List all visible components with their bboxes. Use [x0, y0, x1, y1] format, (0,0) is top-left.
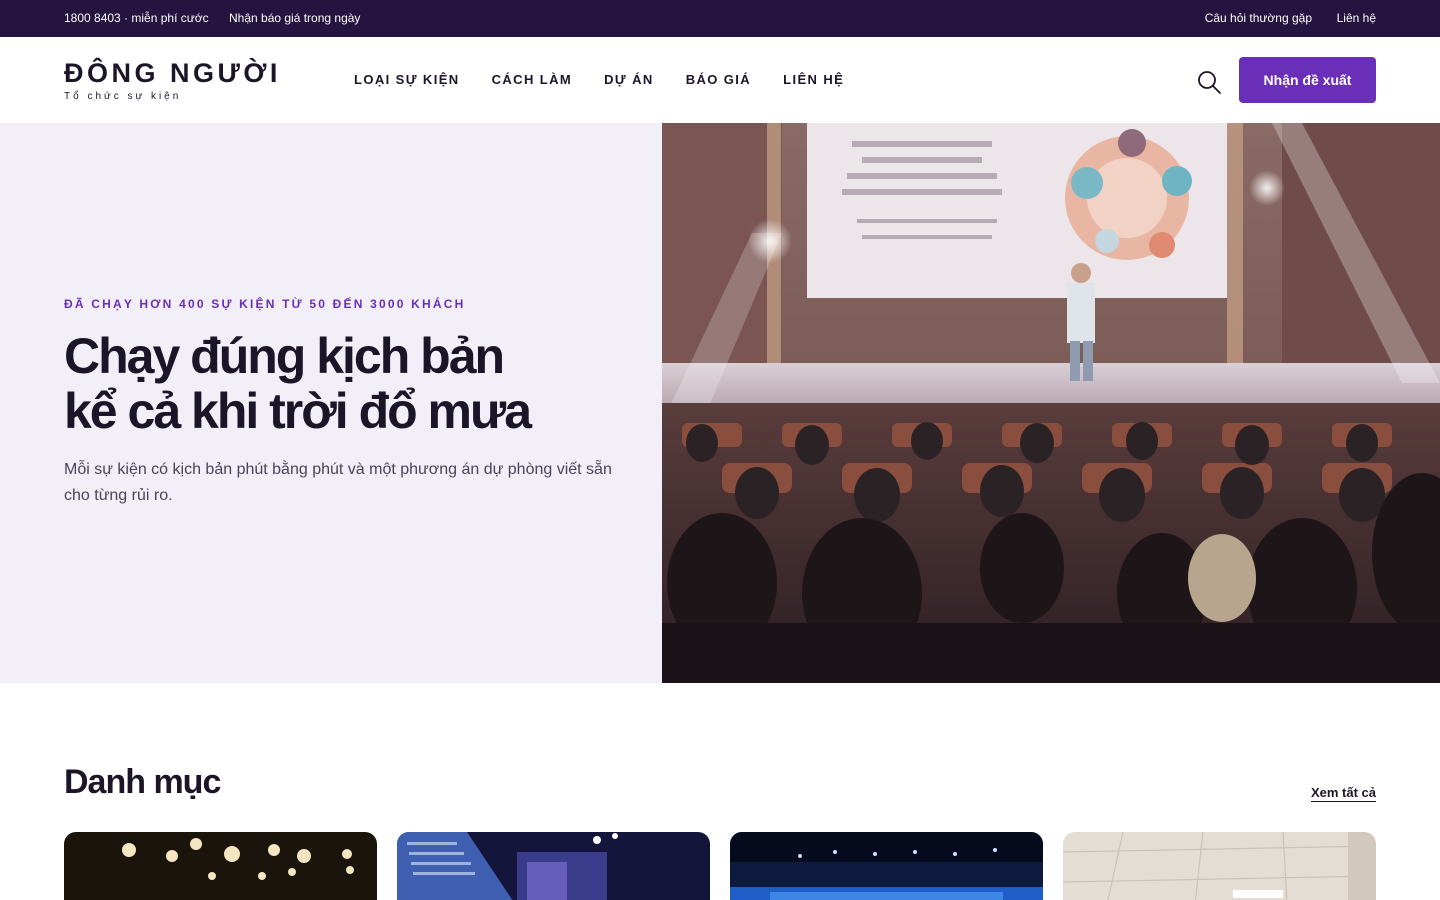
faq-link[interactable]: Câu hỏi thường gặp [1205, 11, 1312, 25]
logo-title: ĐÔNG NGƯỜI [64, 58, 281, 88]
main-nav: LOẠI SỰ KIỆN CÁCH LÀM DỰ ÁN BÁO GIÁ LIÊN… [354, 72, 876, 87]
hero-section: ĐÃ CHẠY HƠN 400 SỰ KIỆN TỪ 50 ĐẾN 3000 K… [0, 123, 1440, 683]
quote-note-text: Nhận báo giá trong ngày [229, 11, 361, 25]
top-bar: 1800 8403 · miễn phí cước Nhận báo giá t… [0, 0, 1440, 37]
hero-headline-line2: kể cả khi trời đổ mưa [64, 383, 532, 439]
categories-title: Danh mục [64, 763, 221, 801]
hero-text-panel: ĐÃ CHẠY HƠN 400 SỰ KIỆN TỪ 50 ĐẾN 3000 K… [0, 123, 662, 683]
contact-link[interactable]: Liên hệ [1337, 11, 1376, 25]
blue-stage-photo [730, 832, 1043, 900]
hero-image [662, 123, 1440, 683]
nav-item-contact[interactable]: LIÊN HỆ [783, 72, 844, 87]
nav-item-projects[interactable]: DỰ ÁN [604, 72, 654, 87]
see-all-link[interactable]: Xem tất cả [1310, 785, 1376, 802]
get-proposal-button[interactable]: Nhận đề xuất [1239, 57, 1376, 103]
nav-item-pricing[interactable]: BÁO GIÁ [686, 72, 751, 87]
office-ceiling-photo [1063, 832, 1376, 900]
logo-subtitle: Tổ chức sự kiện [64, 91, 182, 102]
category-card[interactable] [64, 832, 377, 900]
search-icon [1198, 71, 1221, 94]
search-button[interactable] [1196, 69, 1222, 95]
presentation-screen-photo [397, 832, 710, 900]
conference-audience-photo [662, 123, 1440, 683]
hero-description: Mỗi sự kiện có kịch bản phút bằng phút v… [64, 461, 612, 504]
category-card[interactable] [397, 832, 710, 900]
nav-item-how-it-works[interactable]: CÁCH LÀM [492, 72, 573, 87]
nav-item-event-types[interactable]: LOẠI SỰ KIỆN [354, 72, 460, 87]
hero-headline: Chạy đúng kịch bản kể cả khi trời đổ mưa [64, 328, 532, 439]
hero-headline-line1: Chạy đúng kịch bản [64, 328, 505, 384]
category-card[interactable] [1063, 832, 1376, 900]
hero-eyebrow: ĐÃ CHẠY HƠN 400 SỰ KIỆN TỪ 50 ĐẾN 3000 K… [64, 297, 466, 311]
hotline-text: 1800 8403 · miễn phí cước [64, 11, 209, 25]
category-cards [64, 832, 1376, 900]
category-card[interactable] [730, 832, 1043, 900]
site-header: ĐÔNG NGƯỜI Tổ chức sự kiện LOẠI SỰ KIỆN … [0, 37, 1440, 123]
concert-lights-photo [64, 832, 377, 900]
